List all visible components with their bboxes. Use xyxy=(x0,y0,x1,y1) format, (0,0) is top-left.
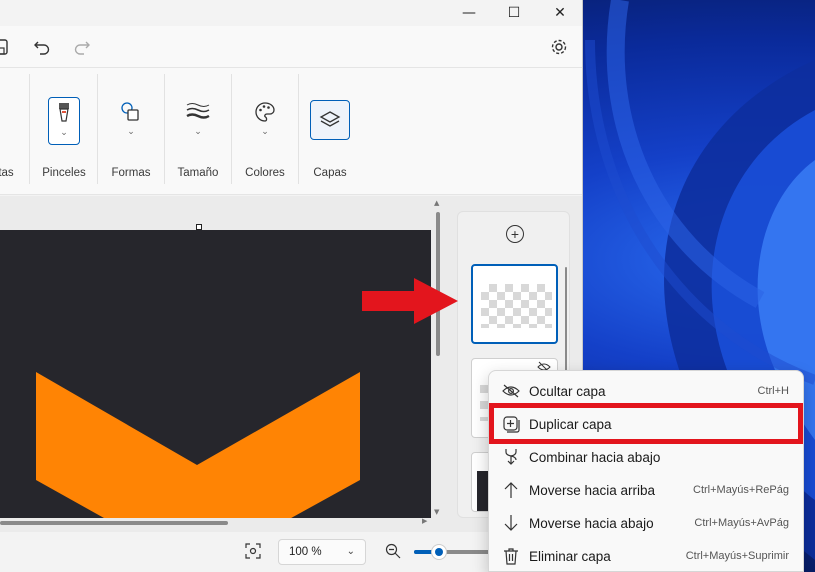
maximize-button[interactable]: ☐ xyxy=(491,0,537,26)
ribbon-divider xyxy=(29,74,30,184)
menu-item-shortcut: Ctrl+Mayús+Suprimir xyxy=(685,550,789,562)
transparency-checker xyxy=(481,284,552,328)
plus-icon: + xyxy=(510,226,520,242)
ribbon-divider xyxy=(298,74,299,184)
menu-item-label: Duplicar capa xyxy=(529,416,612,432)
ribbon-label-cut: tas xyxy=(0,167,14,179)
vertical-scrollbar[interactable]: ▲ ▼ xyxy=(434,199,442,518)
zoom-out-icon xyxy=(385,543,401,559)
brushes-button[interactable]: ⌄ xyxy=(48,97,80,145)
menu-item-label: Moverse hacia arriba xyxy=(529,482,656,498)
arrow-down-icon xyxy=(493,514,529,532)
menu-item-move-down[interactable]: Moverse hacia abajo Ctrl+Mayús+AvPág xyxy=(493,508,799,538)
menu-item-duplicate-layer[interactable]: Duplicar capa xyxy=(493,409,799,439)
arrow-up-icon xyxy=(493,481,529,499)
undo-icon xyxy=(34,41,50,55)
menu-item-label: Moverse hacia abajo xyxy=(529,515,654,531)
close-icon: ✕ xyxy=(554,5,566,21)
zoom-slider-thumb[interactable] xyxy=(431,544,447,560)
layer-context-menu: Ocultar capa Ctrl+H Duplicar capa Combin… xyxy=(488,370,804,572)
shapes-button[interactable]: ⌄ xyxy=(115,97,147,145)
colors-button[interactable]: ⌄ xyxy=(249,97,281,145)
ribbon-divider xyxy=(231,74,232,184)
menu-item-shortcut: Ctrl+Mayús+RePág xyxy=(693,484,789,496)
ribbon-label-shapes: Formas xyxy=(111,167,151,179)
menu-item-delete-layer[interactable]: Eliminar capa Ctrl+Mayús+Suprimir xyxy=(493,541,799,571)
shapes-icon xyxy=(121,102,139,121)
scroll-up-arrow[interactable]: ▲ xyxy=(434,199,439,207)
fit-to-window-button[interactable] xyxy=(241,539,265,563)
drawing-canvas[interactable] xyxy=(0,230,431,518)
ribbon-label-colors: Colores xyxy=(245,167,285,179)
eye-hidden-icon xyxy=(493,384,529,398)
settings-button[interactable] xyxy=(547,35,571,59)
minimize-icon: — xyxy=(462,5,476,21)
chevron-down-icon: ⌄ xyxy=(346,546,355,557)
horizontal-scrollbar[interactable]: ▶ xyxy=(0,517,431,527)
merge-down-icon xyxy=(493,448,529,466)
save-icon[interactable] xyxy=(0,35,12,59)
maximize-icon: ☐ xyxy=(507,5,521,21)
menu-item-label: Ocultar capa xyxy=(529,383,606,399)
zoom-value: 100 % xyxy=(289,546,322,558)
gear-icon xyxy=(551,39,567,55)
menu-item-shortcut: Ctrl+H xyxy=(757,385,789,397)
menu-item-hide-layer[interactable]: Ocultar capa Ctrl+H xyxy=(493,376,799,406)
chevron-down-icon: ⌄ xyxy=(127,127,135,137)
menu-item-label: Combinar hacia abajo xyxy=(529,449,661,465)
menu-item-shortcut: Ctrl+Mayús+AvPág xyxy=(694,517,789,529)
undo-button[interactable] xyxy=(30,35,54,59)
redo-button[interactable] xyxy=(70,35,94,59)
scroll-down-arrow[interactable]: ▼ xyxy=(434,508,439,516)
brush-icon xyxy=(59,103,69,122)
ribbon-divider xyxy=(97,74,98,184)
ribbon-label-brushes: Pinceles xyxy=(42,167,86,179)
menu-item-merge-down[interactable]: Combinar hacia abajo xyxy=(493,442,799,472)
minimize-button[interactable]: — xyxy=(446,0,492,26)
fit-screen-icon xyxy=(245,543,261,559)
ribbon-label-layers: Capas xyxy=(313,167,347,179)
layers-button[interactable] xyxy=(310,100,350,140)
stroke-size-icon xyxy=(186,103,210,119)
zoom-select[interactable]: 100 % ⌄ xyxy=(278,539,366,565)
layers-icon xyxy=(319,111,341,127)
scroll-right-arrow[interactable]: ▶ xyxy=(422,517,427,525)
chevron-down-icon: ⌄ xyxy=(60,128,68,138)
ribbon: tas ⌄ Pinceles ⌄ Formas ⌄ Tamaño ⌄ Color… xyxy=(0,68,582,195)
red-arrow-annotation xyxy=(362,278,458,324)
scrollbar-thumb[interactable] xyxy=(0,521,228,525)
menu-item-label: Eliminar capa xyxy=(529,548,611,564)
ribbon-label-size: Tamaño xyxy=(177,167,219,179)
ribbon-divider xyxy=(164,74,165,184)
close-button[interactable]: ✕ xyxy=(537,0,582,26)
zoom-out-button[interactable] xyxy=(381,539,405,563)
redo-icon xyxy=(74,41,90,55)
quick-toolbar xyxy=(0,26,582,68)
layer-thumbnail-selected[interactable] xyxy=(471,264,558,344)
menu-item-move-up[interactable]: Moverse hacia arriba Ctrl+Mayús+RePág xyxy=(493,475,799,505)
add-layer-button[interactable]: + xyxy=(506,225,524,243)
duplicate-icon xyxy=(493,415,529,433)
chevron-down-icon: ⌄ xyxy=(261,127,269,137)
chevron-down-icon: ⌄ xyxy=(194,127,202,137)
size-button[interactable]: ⌄ xyxy=(182,97,214,145)
palette-icon xyxy=(255,102,275,122)
orange-chevron-shape xyxy=(36,372,360,518)
trash-icon xyxy=(493,547,529,565)
title-bar: — ☐ ✕ xyxy=(0,0,582,26)
